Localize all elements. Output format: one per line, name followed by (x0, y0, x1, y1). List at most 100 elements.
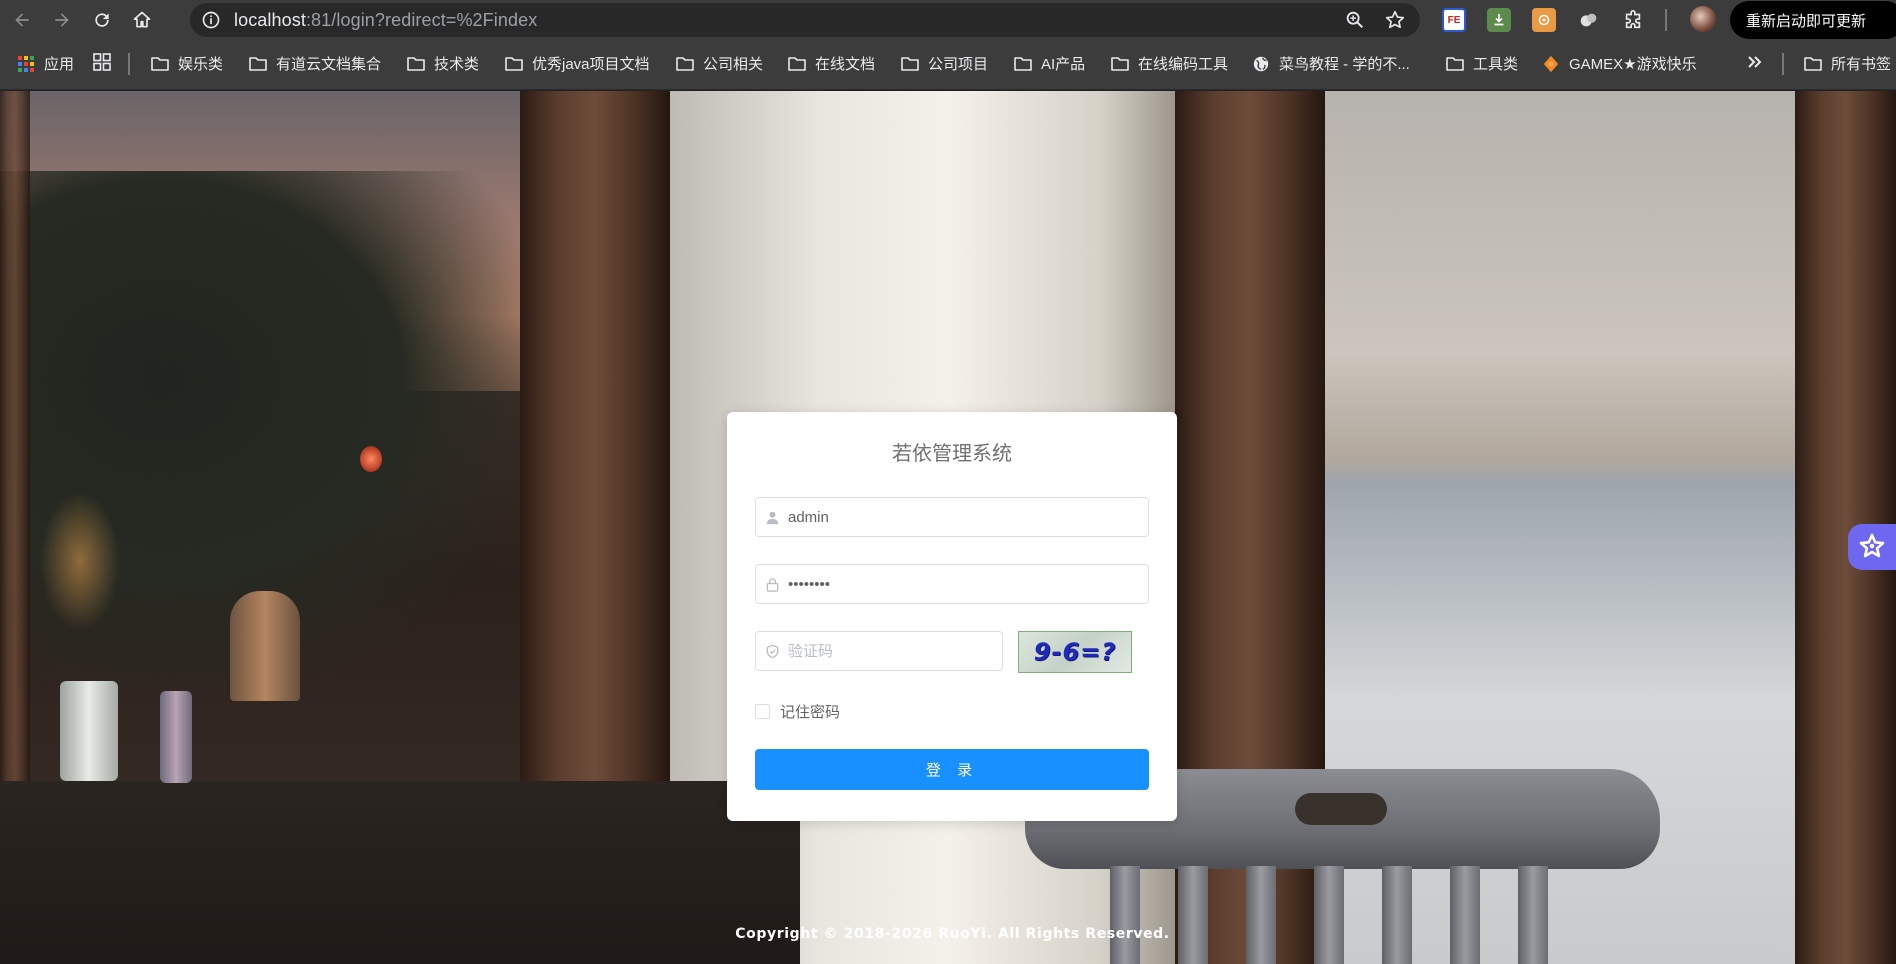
bookmark-folder-java-docs[interactable]: 优秀java项目文档 (504, 53, 650, 74)
background-cup (60, 681, 118, 781)
background-chair-slat (1178, 866, 1208, 964)
url-host: localhost (234, 9, 306, 30)
folder-icon (505, 56, 523, 71)
bookmarks-overflow-button[interactable] (1745, 53, 1765, 71)
browser-toolbar: localhost:81/login?redirect=%2Findex FE … (0, 0, 1896, 40)
background-chair-slat (1246, 866, 1276, 964)
remember-checkbox[interactable] (755, 704, 770, 719)
relaunch-update-label: 重新启动即可更新 (1746, 12, 1867, 30)
chevron-double-right-icon (1748, 56, 1762, 68)
bookmark-label: 公司项目 (928, 56, 989, 73)
apps-grid-icon (18, 55, 34, 72)
lock-icon (756, 577, 788, 592)
bookmark-label: 工具类 (1473, 56, 1519, 73)
url-path: :81/login?redirect=%2Findex (305, 9, 538, 30)
address-bar[interactable]: localhost:81/login?redirect=%2Findex (190, 3, 1420, 37)
arrow-right-icon (55, 13, 69, 27)
background-lamp (360, 446, 382, 472)
bookmark-label: 在线文档 (815, 56, 876, 73)
username-input[interactable] (788, 508, 1128, 526)
folder-icon (1111, 56, 1129, 71)
bookmark-label: 所有书签 (1831, 56, 1892, 73)
fe-extension-label: FE (1447, 14, 1461, 26)
bookmark-runoob[interactable]: 菜鸟教程 - 学的不... (1251, 53, 1410, 74)
login-form: 若依管理系统 9-6=? 记住密码 登 录 (727, 412, 1177, 821)
gamex-icon (1543, 55, 1559, 72)
background-chair-slat (1382, 866, 1412, 964)
bookmark-folder-online-docs[interactable]: 在线文档 (787, 53, 875, 74)
bookmark-folder-company-projects[interactable]: 公司项目 (900, 53, 988, 74)
zoom-icon[interactable] (1344, 9, 1366, 31)
user-icon (756, 510, 788, 525)
color-picker-extension-icon[interactable] (1532, 8, 1556, 32)
background-stool (230, 591, 300, 701)
assistant-star-icon (1859, 533, 1885, 558)
folder-icon (1804, 56, 1822, 71)
profile-avatar[interactable] (1690, 6, 1716, 32)
password-field[interactable] (755, 564, 1149, 604)
tab-groups-icon (93, 53, 111, 71)
bookmark-label: 在线编码工具 (1138, 56, 1229, 73)
relaunch-update-button[interactable]: 重新启动即可更新 (1730, 1, 1896, 39)
bookmark-apps[interactable]: 应用 (16, 53, 74, 74)
fe-extension-icon[interactable]: FE (1442, 8, 1466, 32)
captcha-field[interactable] (755, 631, 1003, 671)
bookmark-folder-tech[interactable]: 技术类 (406, 53, 479, 74)
bookmark-folder-online-coding[interactable]: 在线编码工具 (1110, 53, 1228, 74)
home-icon (133, 11, 151, 28)
star-bookmark-icon[interactable] (1384, 9, 1406, 31)
background-chair-slat (1450, 866, 1480, 964)
folder-icon (788, 56, 806, 71)
bookmark-label: 菜鸟教程 - 学的不... (1279, 56, 1410, 73)
bookmark-folder-company[interactable]: 公司相关 (675, 53, 763, 74)
cloud-extension-icon[interactable] (1577, 8, 1601, 32)
bookmark-label: AI产品 (1041, 56, 1086, 73)
background-chair-slat (1110, 866, 1140, 964)
remember-label: 记住密码 (780, 704, 841, 721)
username-field[interactable] (755, 497, 1149, 537)
home-button[interactable] (124, 2, 160, 38)
bookmarks-bar: 应用 娱乐类 有道云文档集合 技术类 优秀java项目文档 公司相关 在线文档 … (0, 40, 1896, 90)
background-bottle (160, 691, 192, 783)
bookmark-gamex[interactable]: GAMEX★游戏快乐 (1541, 53, 1697, 74)
bookmark-folder-entertainment[interactable]: 娱乐类 (150, 53, 223, 74)
url-text: localhost:81/login?redirect=%2Findex (234, 10, 537, 31)
folder-icon (407, 56, 425, 71)
reload-icon (95, 13, 109, 27)
toolbar-divider (1665, 9, 1667, 31)
bookmark-label: GAMEX★游戏快乐 (1569, 56, 1697, 73)
captcha-text: 9-6=? (1033, 638, 1117, 666)
folder-icon (1446, 56, 1464, 71)
forward-button[interactable] (44, 2, 80, 38)
reload-button[interactable] (84, 2, 120, 38)
site-info-icon[interactable] (200, 9, 222, 31)
extensions-puzzle-icon[interactable] (1621, 8, 1645, 32)
tab-groups-button[interactable] (92, 53, 112, 71)
password-input[interactable] (788, 575, 1128, 593)
login-page: 若依管理系统 9-6=? 记住密码 登 录 Copyright © 2018 (0, 91, 1896, 964)
floating-assistant-button[interactable] (1848, 524, 1896, 570)
shield-check-icon (756, 644, 788, 659)
bookmark-folder-all[interactable]: 所有书签 (1803, 53, 1891, 74)
back-button[interactable] (4, 2, 40, 38)
login-title: 若依管理系统 (892, 443, 1012, 465)
background-light-glow (40, 491, 120, 631)
bookmark-label: 有道云文档集合 (276, 56, 382, 73)
folder-icon (676, 56, 694, 71)
captcha-input[interactable] (788, 642, 988, 660)
login-button[interactable]: 登 录 (755, 749, 1149, 790)
captcha-image[interactable]: 9-6=? (1018, 631, 1132, 673)
arrow-left-icon (15, 13, 29, 27)
folder-icon (151, 56, 169, 71)
bookmark-label: 公司相关 (703, 56, 764, 73)
bookmark-folder-youdao[interactable]: 有道云文档集合 (248, 53, 381, 74)
bookmark-label: 技术类 (434, 56, 480, 73)
folder-icon (901, 56, 919, 71)
bookmark-label: 娱乐类 (178, 56, 224, 73)
globe-icon (1253, 56, 1269, 71)
bookmark-folder-ai[interactable]: AI产品 (1013, 53, 1085, 74)
remember-password[interactable]: 记住密码 (755, 701, 840, 722)
bookmark-folder-tools[interactable]: 工具类 (1445, 53, 1518, 74)
background-chair-slat (1518, 866, 1548, 964)
download-extension-icon[interactable] (1487, 8, 1511, 32)
